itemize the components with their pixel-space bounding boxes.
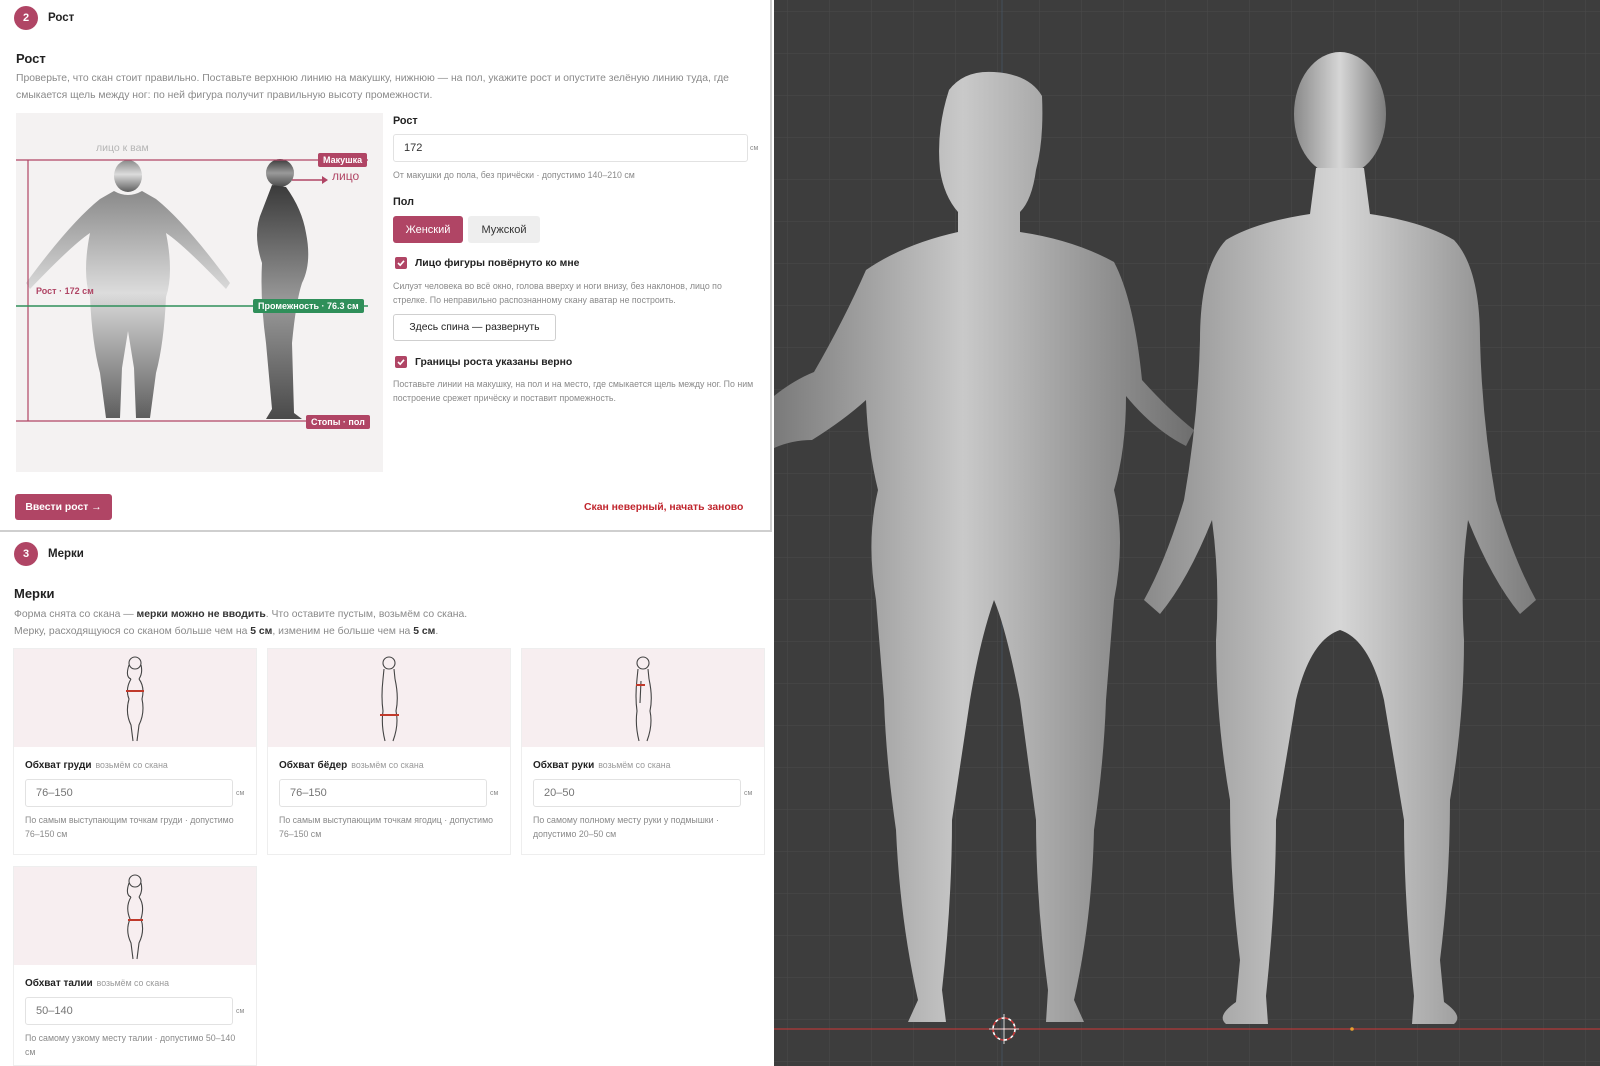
section-description: Форма снята со скана — мерки можно не вв…	[14, 609, 468, 637]
measurements-step-panel: 3 Мерки Мерки Форма снята со скана — мер…	[0, 534, 772, 1066]
hips-input[interactable]	[280, 780, 486, 806]
arm-input[interactable]	[534, 780, 740, 806]
height-input[interactable]	[394, 135, 747, 161]
step-number-badge: 2	[14, 6, 38, 30]
face-check-hint: Силуэт человека во всё окно, голова ввер…	[393, 281, 722, 305]
figure-arm-icon	[635, 656, 652, 742]
crotch-line-marker[interactable]: Промежность · 76.3 см	[253, 299, 364, 313]
figure-waist-icon	[126, 874, 144, 960]
chest-input[interactable]	[26, 780, 232, 806]
card-illustration	[522, 649, 764, 747]
sex-female-button[interactable]: Женский	[393, 216, 463, 243]
section-title: Мерки	[14, 586, 55, 601]
height-step-panel: 2 Рост Рост Проверьте, что скан стоит пр…	[0, 0, 772, 532]
waist-input-wrapper	[25, 997, 233, 1025]
card-title: Обхват руки возьмём со скана	[533, 760, 671, 771]
height-calibration-diagram[interactable]: лицо к вам Макушка лицо Рост · 172 см Пр…	[16, 113, 383, 472]
unit-label: см	[744, 790, 753, 797]
card-hint: По самым выступающим точкам ягодиц · доп…	[279, 815, 494, 839]
card-hint: По самому узкому месту талии · допустимо…	[25, 1033, 236, 1057]
height-unit: см	[750, 145, 759, 152]
card-hint: По самому полному месту руки у подмышки …	[533, 815, 719, 839]
floor-marker[interactable]: Стопы · пол	[306, 415, 370, 429]
measure-card-chest: Обхват грудивозьмём со скана см По самым…	[13, 648, 257, 855]
section-description: Проверьте, что скан стоит правильно. Пос…	[16, 73, 729, 101]
card-illustration	[268, 649, 510, 747]
check-icon	[397, 260, 405, 267]
waist-input[interactable]	[26, 998, 232, 1024]
step-header: 3 Мерки	[14, 542, 84, 566]
top-of-head-marker[interactable]: Макушка	[318, 153, 368, 167]
measure-card-waist: Обхват талиивозьмём со скана см По самом…	[13, 866, 257, 1066]
unit-label: см	[236, 1008, 245, 1015]
step-header-title: Рост	[48, 12, 75, 24]
card-title: Обхват груди возьмём со скана	[25, 760, 168, 771]
unit-label: см	[236, 790, 245, 797]
card-hint: По самым выступающим точкам груди · допу…	[25, 815, 234, 839]
height-hint: От макушки до пола, без причёски · допус…	[393, 170, 635, 180]
bounds-check-checkbox[interactable]	[395, 356, 407, 368]
card-illustration	[14, 649, 256, 747]
unit-label: см	[490, 790, 499, 797]
bounds-check-hint: Поставьте линии на макушку, на пол и на …	[393, 379, 754, 403]
face-check-checkbox[interactable]	[395, 257, 407, 269]
sex-male-button[interactable]: Мужской	[468, 216, 540, 243]
check-icon	[397, 359, 405, 366]
sex-field-label: Пол	[393, 196, 414, 208]
figure-hips-icon	[380, 656, 399, 742]
3d-viewport[interactable]	[774, 0, 1600, 1066]
face-to-you-caption: лицо к вам	[96, 142, 149, 154]
measure-card-arm: Обхват рукивозьмём со скана см По самому…	[521, 648, 765, 855]
bounds-check-label: Границы роста указаны верно	[415, 357, 573, 368]
step-header: 2 Рост	[14, 6, 74, 30]
submit-height-button[interactable]: Ввести рост →	[15, 494, 112, 520]
step-number-badge: 3	[14, 542, 38, 566]
figure-chest-icon	[126, 656, 144, 742]
card-title: Обхват бёдер возьмём со скана	[279, 760, 424, 771]
section-title: Рост	[16, 51, 46, 66]
viewport-scene	[774, 0, 1600, 1066]
face-direction-label: лицо	[332, 169, 360, 183]
step-header-title: Мерки	[48, 548, 84, 560]
hips-input-wrapper	[279, 779, 487, 807]
card-title: Обхват талии возьмём со скана	[25, 978, 169, 989]
chest-input-wrapper	[25, 779, 233, 807]
card-illustration	[14, 867, 256, 965]
arm-input-wrapper	[533, 779, 741, 807]
restart-scan-link[interactable]: Скан неверный, начать заново	[584, 502, 743, 513]
measure-card-hips: Обхват бёдервозьмём со скана см По самым…	[267, 648, 511, 855]
side-silhouette	[257, 159, 309, 419]
face-check-label: Лицо фигуры повёрнуто ко мне	[415, 258, 580, 269]
height-value-label: Рост · 172 см	[36, 286, 94, 296]
height-field-label: Рост	[393, 115, 418, 127]
flip-back-button[interactable]: Здесь спина — развернуть	[393, 314, 556, 341]
height-input-wrapper	[393, 134, 748, 162]
